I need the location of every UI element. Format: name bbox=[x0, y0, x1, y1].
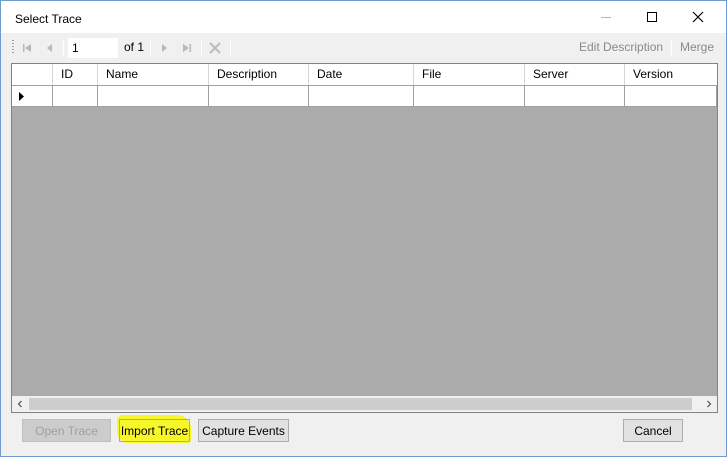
horizontal-scrollbar[interactable] bbox=[12, 396, 717, 412]
toolbar-grip[interactable] bbox=[12, 40, 14, 54]
name-cell[interactable] bbox=[98, 86, 209, 107]
scrollbar-thumb[interactable] bbox=[29, 398, 692, 410]
move-last-icon[interactable] bbox=[179, 40, 195, 56]
toolbar-separator bbox=[201, 39, 202, 56]
scroll-left-icon[interactable] bbox=[12, 396, 28, 412]
page-number-input[interactable]: 1 bbox=[68, 38, 118, 58]
close-icon bbox=[692, 11, 704, 23]
delete-icon[interactable] bbox=[207, 40, 223, 56]
column-header-id[interactable]: ID bbox=[53, 64, 98, 85]
column-header-description[interactable]: Description bbox=[209, 64, 309, 85]
toolbar-separator bbox=[150, 39, 151, 56]
move-previous-icon[interactable] bbox=[42, 40, 58, 56]
page-count-label: of 1 bbox=[124, 40, 145, 54]
column-header-file[interactable]: File bbox=[414, 64, 525, 85]
capture-events-button[interactable]: Capture Events bbox=[198, 419, 289, 442]
server-cell[interactable] bbox=[525, 86, 625, 107]
title-bar: Select Trace bbox=[1, 1, 726, 33]
version-cell[interactable] bbox=[625, 86, 717, 107]
navigation-toolbar: 1 of 1 Edit Description Merge bbox=[1, 33, 726, 61]
description-cell[interactable] bbox=[209, 86, 309, 107]
id-cell[interactable] bbox=[53, 86, 98, 107]
column-header-date[interactable]: Date bbox=[309, 64, 414, 85]
column-header-server[interactable]: Server bbox=[525, 64, 625, 85]
column-header-version[interactable]: Version bbox=[625, 64, 717, 85]
column-header-name[interactable]: Name bbox=[98, 64, 209, 85]
minimize-button[interactable] bbox=[583, 1, 629, 33]
trace-grid[interactable]: ID Name Description Date File Server Ver… bbox=[11, 63, 718, 413]
minimize-icon bbox=[601, 16, 611, 18]
toolbar-separator bbox=[63, 39, 64, 56]
cancel-button[interactable]: Cancel bbox=[623, 419, 683, 442]
date-cell[interactable] bbox=[309, 86, 414, 107]
open-trace-button[interactable]: Open Trace bbox=[22, 419, 111, 442]
select-trace-dialog: Select Trace 1 of 1 Edit Description Mer… bbox=[0, 0, 727, 457]
grid-header-row: ID Name Description Date File Server Ver… bbox=[12, 64, 717, 86]
edit-description-button[interactable]: Edit Description bbox=[579, 40, 663, 54]
merge-button[interactable]: Merge bbox=[680, 40, 714, 54]
move-first-icon[interactable] bbox=[19, 40, 35, 56]
move-next-icon[interactable] bbox=[156, 40, 172, 56]
close-button[interactable] bbox=[675, 1, 721, 33]
current-row-indicator[interactable] bbox=[12, 86, 53, 107]
row-header-corner bbox=[12, 64, 53, 85]
maximize-button[interactable] bbox=[629, 1, 675, 33]
toolbar-separator bbox=[671, 39, 672, 56]
row-pointer-icon bbox=[19, 91, 24, 101]
file-cell[interactable] bbox=[414, 86, 525, 107]
window-title: Select Trace bbox=[15, 12, 82, 26]
table-row[interactable] bbox=[12, 86, 717, 107]
import-trace-button[interactable]: Import Trace bbox=[119, 419, 190, 442]
scroll-right-icon[interactable] bbox=[701, 396, 717, 412]
toolbar-separator bbox=[230, 39, 231, 56]
maximize-icon bbox=[647, 12, 657, 22]
